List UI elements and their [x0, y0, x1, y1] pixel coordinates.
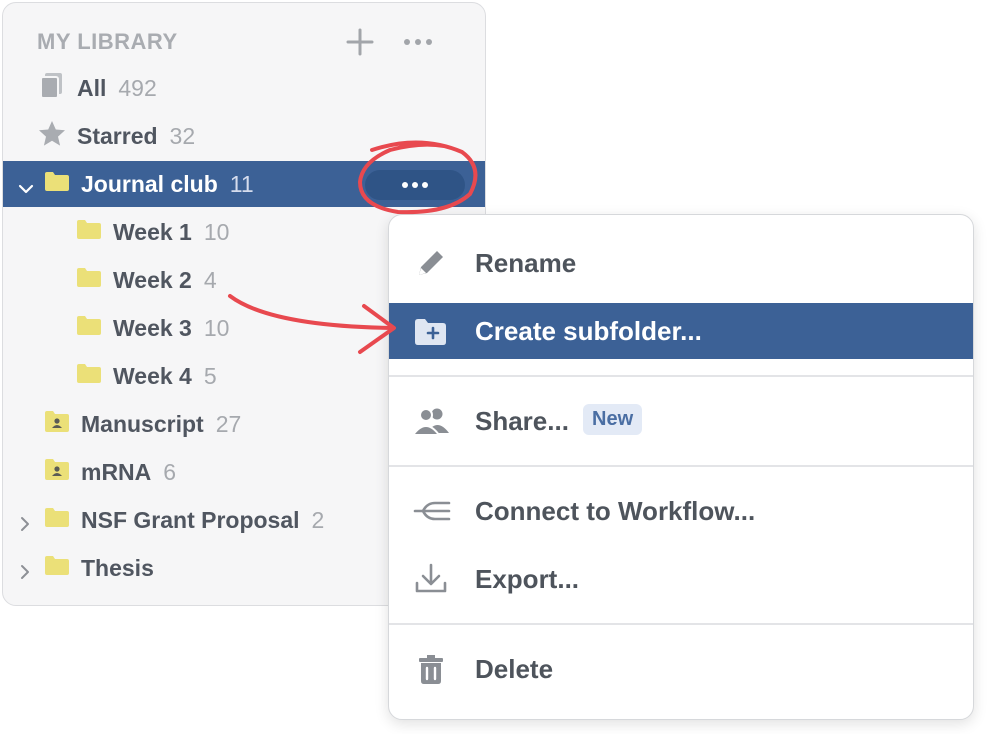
sidebar-item-label: Manuscript: [81, 410, 204, 437]
sidebar-item-label: NSF Grant Proposal: [81, 506, 300, 533]
menu-item-label: Share...: [475, 405, 569, 436]
pencil-icon: [411, 247, 451, 279]
folder-icon: [43, 505, 71, 535]
trash-icon: [411, 653, 451, 685]
more-horizontal-icon[interactable]: [401, 27, 435, 62]
sidebar-item-count: 492: [118, 74, 157, 101]
plus-icon[interactable]: [345, 27, 375, 62]
folder-plus-icon: [411, 315, 451, 347]
menu-item-label: Export...: [475, 563, 580, 594]
star-icon: [37, 119, 67, 153]
sidebar-item-starred[interactable]: Starred 32: [3, 113, 485, 159]
folder-icon: [75, 217, 103, 247]
sidebar-item-label: mRNA: [81, 458, 152, 485]
sidebar-item-label: Journal club: [81, 170, 218, 197]
menu-item-label: Rename: [475, 247, 577, 278]
menu-divider: [389, 375, 973, 377]
menu-item-rename[interactable]: Rename: [389, 235, 973, 291]
sidebar-item-count: 4: [203, 266, 217, 293]
sidebar-item-count: 11: [229, 170, 254, 197]
chevron-right-icon[interactable]: [17, 560, 33, 587]
menu-item-create-subfolder[interactable]: Create subfolder...: [389, 303, 973, 359]
shared-folder-icon: [43, 456, 71, 488]
sidebar-item-count: 10: [203, 218, 230, 245]
documents-icon: [37, 71, 67, 105]
menu-item-share[interactable]: Share... New: [389, 393, 973, 449]
menu-item-connect-workflow[interactable]: Connect to Workflow...: [389, 483, 973, 539]
folder-context-menu: Rename Create subfolder... Share... New …: [388, 214, 974, 720]
sidebar-item-label: Week 2: [113, 266, 192, 293]
menu-item-export[interactable]: Export...: [389, 551, 973, 607]
sidebar-item-label: Week 1: [113, 218, 192, 245]
folder-icon: [75, 361, 103, 391]
download-icon: [411, 563, 451, 595]
sidebar-item-count: 6: [163, 458, 177, 485]
folder-options-button[interactable]: [365, 170, 465, 200]
sidebar-item-label: All: [77, 74, 107, 101]
sidebar-item-label: Week 4: [113, 362, 192, 389]
more-horizontal-icon: [402, 182, 428, 188]
menu-divider: [389, 465, 973, 467]
sidebar-item-label: Starred: [77, 122, 158, 149]
menu-item-delete[interactable]: Delete: [389, 641, 973, 697]
menu-item-label: Delete: [475, 653, 554, 684]
sidebar-item-count: 32: [169, 122, 196, 149]
sidebar-item-count: 27: [215, 410, 242, 437]
folder-icon: [75, 313, 103, 343]
chevron-right-icon[interactable]: [17, 512, 33, 539]
sidebar-item-count: 2: [311, 506, 325, 533]
sidebar-item-count: 10: [203, 314, 230, 341]
sidebar-item-label: Thesis: [81, 554, 154, 581]
users-icon: [411, 405, 451, 437]
sidebar-item-all[interactable]: All 492: [3, 65, 485, 111]
folder-icon: [75, 265, 103, 295]
new-badge: New: [583, 404, 643, 435]
folder-icon: [43, 553, 71, 583]
folder-icon: [43, 169, 71, 199]
workflow-icon: [411, 495, 451, 527]
library-header: MY LIBRARY: [37, 29, 178, 54]
menu-divider: [389, 623, 973, 625]
sidebar-item-journal-club[interactable]: Journal club 11: [3, 161, 485, 207]
menu-item-label: Create subfolder...: [475, 315, 702, 346]
sidebar-item-label: Week 3: [113, 314, 192, 341]
menu-item-label: Connect to Workflow...: [475, 495, 756, 526]
sidebar-item-count: 5: [203, 362, 217, 389]
chevron-down-icon[interactable]: [17, 176, 35, 203]
shared-folder-icon: [43, 408, 71, 440]
